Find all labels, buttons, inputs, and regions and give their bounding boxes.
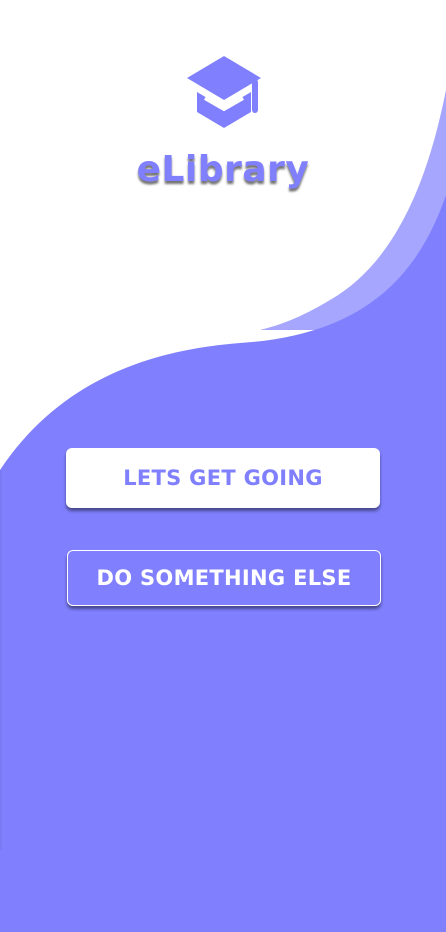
welcome-screen: eLibrary LETS GET GOING DO SOMETHING ELS… (0, 0, 446, 932)
do-something-else-button[interactable]: DO SOMETHING ELSE (67, 550, 381, 606)
graduation-cap-icon (187, 56, 261, 128)
app-title: eLibrary (136, 149, 310, 190)
background-edge (0, 470, 2, 850)
lets-get-going-button[interactable]: LETS GET GOING (66, 448, 380, 508)
